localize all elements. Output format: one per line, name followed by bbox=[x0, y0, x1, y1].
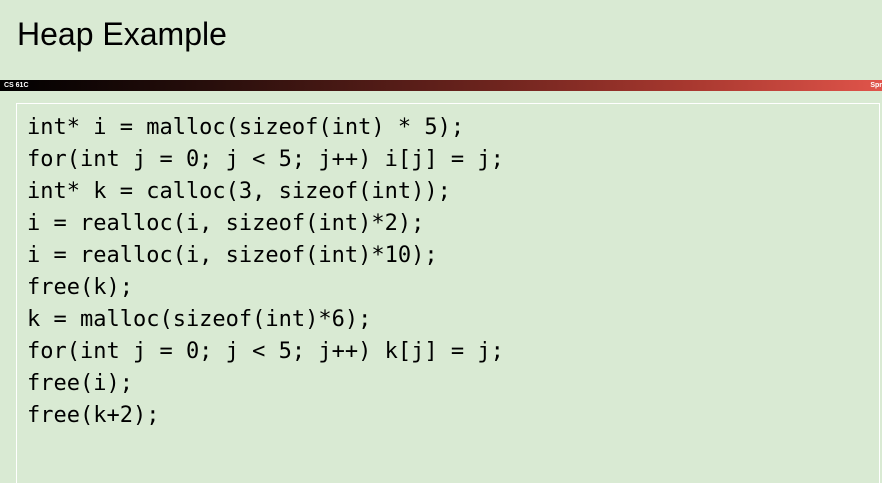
header-band: CS 61C Spr bbox=[0, 80, 882, 91]
code-line-5: i = realloc(i, sizeof(int)*10); bbox=[27, 243, 438, 268]
slide: Heap Example CS 61C Spr int* i = malloc(… bbox=[0, 0, 882, 483]
code-line-4: i = realloc(i, sizeof(int)*2); bbox=[27, 211, 425, 236]
term-label: Spr bbox=[870, 82, 882, 89]
code-line-1: int* i = malloc(sizeof(int) * 5); bbox=[27, 115, 465, 140]
code-line-8: for(int j = 0; j < 5; j++) k[j] = j; bbox=[27, 339, 504, 364]
code-line-2: for(int j = 0; j < 5; j++) i[j] = j; bbox=[27, 147, 504, 172]
code-line-6: free(k); bbox=[27, 275, 133, 300]
course-label: CS 61C bbox=[4, 82, 29, 89]
code-line-10: free(k+2); bbox=[27, 403, 160, 428]
slide-title: Heap Example bbox=[17, 16, 227, 52]
code-line-7: k = malloc(sizeof(int)*6); bbox=[27, 307, 372, 332]
code-line-3: int* k = calloc(3, sizeof(int)); bbox=[27, 179, 451, 204]
code-block: int* i = malloc(sizeof(int) * 5); for(in… bbox=[27, 112, 504, 432]
code-line-9: free(i); bbox=[27, 371, 133, 396]
